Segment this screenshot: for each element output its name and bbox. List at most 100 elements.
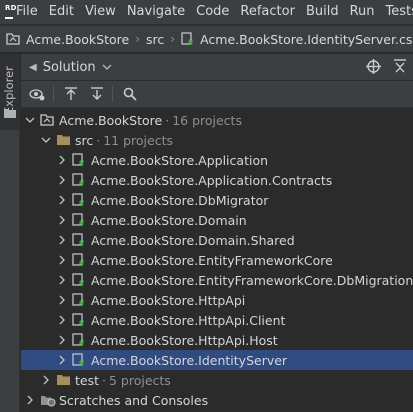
tree-label: Acme.BookStore.HttpApi.Host [91, 332, 278, 348]
chevron-right-icon[interactable] [56, 234, 68, 246]
tree-row-project[interactable]: # Acme.BookStore.EntityFrameworkCore.DbMi… [21, 270, 413, 290]
chevron-right-icon[interactable] [56, 174, 68, 186]
svg-text:#: # [78, 259, 85, 267]
dropdown-triangle-icon[interactable]: ◀ [29, 62, 37, 73]
csharp-project-icon: # [72, 333, 88, 347]
solution-tree: Acme.BookStore · 16 projects src · 11 pr… [21, 108, 413, 412]
tree-label: Scratches and Consoles [59, 392, 209, 408]
folder-icon [4, 108, 16, 118]
chevron-right-icon[interactable] [56, 254, 68, 266]
autoscroll-from-source-icon[interactable] [90, 87, 104, 101]
tree-row-project[interactable]: # Acme.BookStore.IdentityServer [21, 350, 413, 370]
tree-row-project[interactable]: # Acme.BookStore.HttpApi.Host [21, 330, 413, 350]
csharp-project-icon: # [72, 293, 88, 307]
menu-code[interactable]: Code [196, 0, 229, 24]
tree-row-test[interactable]: test · 5 projects [21, 370, 413, 390]
tree-label: Acme.BookStore.HttpApi [91, 292, 246, 308]
csharp-project-icon: # [72, 153, 88, 167]
breadcrumb-folder[interactable]: src [146, 32, 164, 47]
chevron-right-icon[interactable] [56, 334, 68, 346]
chevron-down-icon[interactable] [40, 134, 52, 146]
tree-row-project[interactable]: # Acme.BookStore.DbMigrator [21, 190, 413, 210]
tree-row-project[interactable]: # Acme.BookStore.EntityFrameworkCore [21, 250, 413, 270]
search-icon[interactable] [123, 87, 137, 101]
tree-row-src[interactable]: src · 11 projects [21, 130, 413, 150]
chevron-down-icon[interactable] [102, 63, 112, 71]
tree-row-solution[interactable]: Acme.BookStore · 16 projects [21, 110, 413, 130]
tree-label: Acme.BookStore.EntityFrameworkCore [91, 252, 333, 268]
folder-icon [56, 373, 72, 387]
solution-icon [6, 32, 20, 46]
menu-edit[interactable]: Edit [49, 0, 74, 24]
svg-text:#: # [78, 279, 85, 287]
csharp-project-icon: # [72, 273, 88, 287]
crosshair-icon[interactable] [366, 59, 381, 74]
hint-separator: · [102, 372, 106, 388]
svg-text:#: # [78, 319, 85, 327]
tree-label: test [75, 372, 100, 388]
chevron-right-icon[interactable] [56, 314, 68, 326]
stripe-explorer-tab[interactable]: Explorer [0, 54, 20, 130]
svg-text:#: # [78, 219, 85, 227]
breadcrumb-solution[interactable]: Acme.BookStore [26, 32, 129, 47]
tree-label: Acme.BookStore [59, 112, 163, 128]
tree-label: src [75, 132, 94, 148]
chevron-right-icon[interactable] [56, 194, 68, 206]
tree-row-project[interactable]: # Acme.BookStore.HttpApi [21, 290, 413, 310]
logo-text: RD [5, 4, 17, 12]
tree-hint: 11 projects [103, 132, 174, 148]
tree-label: Acme.BookStore.Application [91, 152, 269, 168]
tree-label: Acme.BookStore.Domain [91, 212, 247, 228]
csharp-project-icon: # [72, 353, 88, 367]
chevron-right-icon[interactable] [56, 354, 68, 366]
tool-window-header: ◀ Solution [21, 54, 413, 80]
tree-row-project[interactable]: # Acme.BookStore.Application.Contracts [21, 170, 413, 190]
breadcrumb: Acme.BookStore › src › # Acme.BookStore.… [0, 25, 413, 53]
collapse-all-icon[interactable] [393, 59, 407, 74]
tree-row-scratches[interactable]: Scratches and Consoles [21, 390, 413, 410]
chevron-right-icon[interactable] [56, 274, 68, 286]
menu-bar: RD File Edit View Navigate Code Refactor… [0, 0, 413, 24]
csharp-project-icon: # [181, 32, 197, 46]
breadcrumb-separator-icon: › [170, 32, 176, 46]
menu-refactor[interactable]: Refactor [240, 0, 295, 24]
chevron-right-icon[interactable] [40, 374, 52, 386]
hint-separator: · [165, 112, 170, 128]
tree-label: Acme.BookStore.DbMigrator [91, 192, 269, 208]
hint-separator: · [96, 132, 101, 148]
svg-text:#: # [78, 299, 85, 307]
tree-hint: 5 projects [109, 372, 171, 388]
solution-toolbar [21, 81, 413, 108]
scratches-icon [40, 393, 56, 407]
menu-run[interactable]: Run [350, 0, 375, 24]
chevron-down-icon[interactable] [24, 114, 36, 126]
menu-build[interactable]: Build [306, 0, 339, 24]
csharp-project-icon: # [72, 193, 88, 207]
csharp-project-icon: # [72, 173, 88, 187]
chevron-right-icon[interactable] [56, 214, 68, 226]
tree-row-project[interactable]: # Acme.BookStore.HttpApi.Client [21, 310, 413, 330]
tree-row-project[interactable]: # Acme.BookStore.Application [21, 150, 413, 170]
chevron-right-icon[interactable] [56, 154, 68, 166]
csharp-project-icon: # [72, 213, 88, 227]
breadcrumb-project[interactable]: Acme.BookStore.IdentityServer.csproj [200, 32, 413, 47]
tree-label: Acme.BookStore.Application.Contracts [91, 172, 333, 188]
menu-view[interactable]: View [85, 0, 116, 24]
tree-label: Acme.BookStore.EntityFrameworkCore.DbMig… [91, 272, 413, 288]
menu-navigate[interactable]: Navigate [127, 0, 185, 24]
svg-text:#: # [78, 359, 85, 367]
menu-tests[interactable]: Tests [386, 0, 413, 24]
tree-row-project[interactable]: # Acme.BookStore.Domain.Shared [21, 230, 413, 250]
tool-window-title[interactable]: Solution [43, 60, 96, 75]
tree-row-project[interactable]: # Acme.BookStore.Domain [21, 210, 413, 230]
chevron-right-icon[interactable] [24, 394, 36, 406]
autoscroll-to-source-icon[interactable] [64, 87, 78, 101]
menu-file[interactable]: File [16, 0, 38, 24]
solution-icon [40, 113, 56, 127]
tree-label: Acme.BookStore.Domain.Shared [91, 232, 295, 248]
chevron-right-icon[interactable] [56, 294, 68, 306]
svg-text:#: # [78, 179, 85, 187]
show-all-files-icon[interactable] [29, 87, 45, 101]
csharp-project-icon: # [72, 313, 88, 327]
csharp-project-icon: # [72, 253, 88, 267]
